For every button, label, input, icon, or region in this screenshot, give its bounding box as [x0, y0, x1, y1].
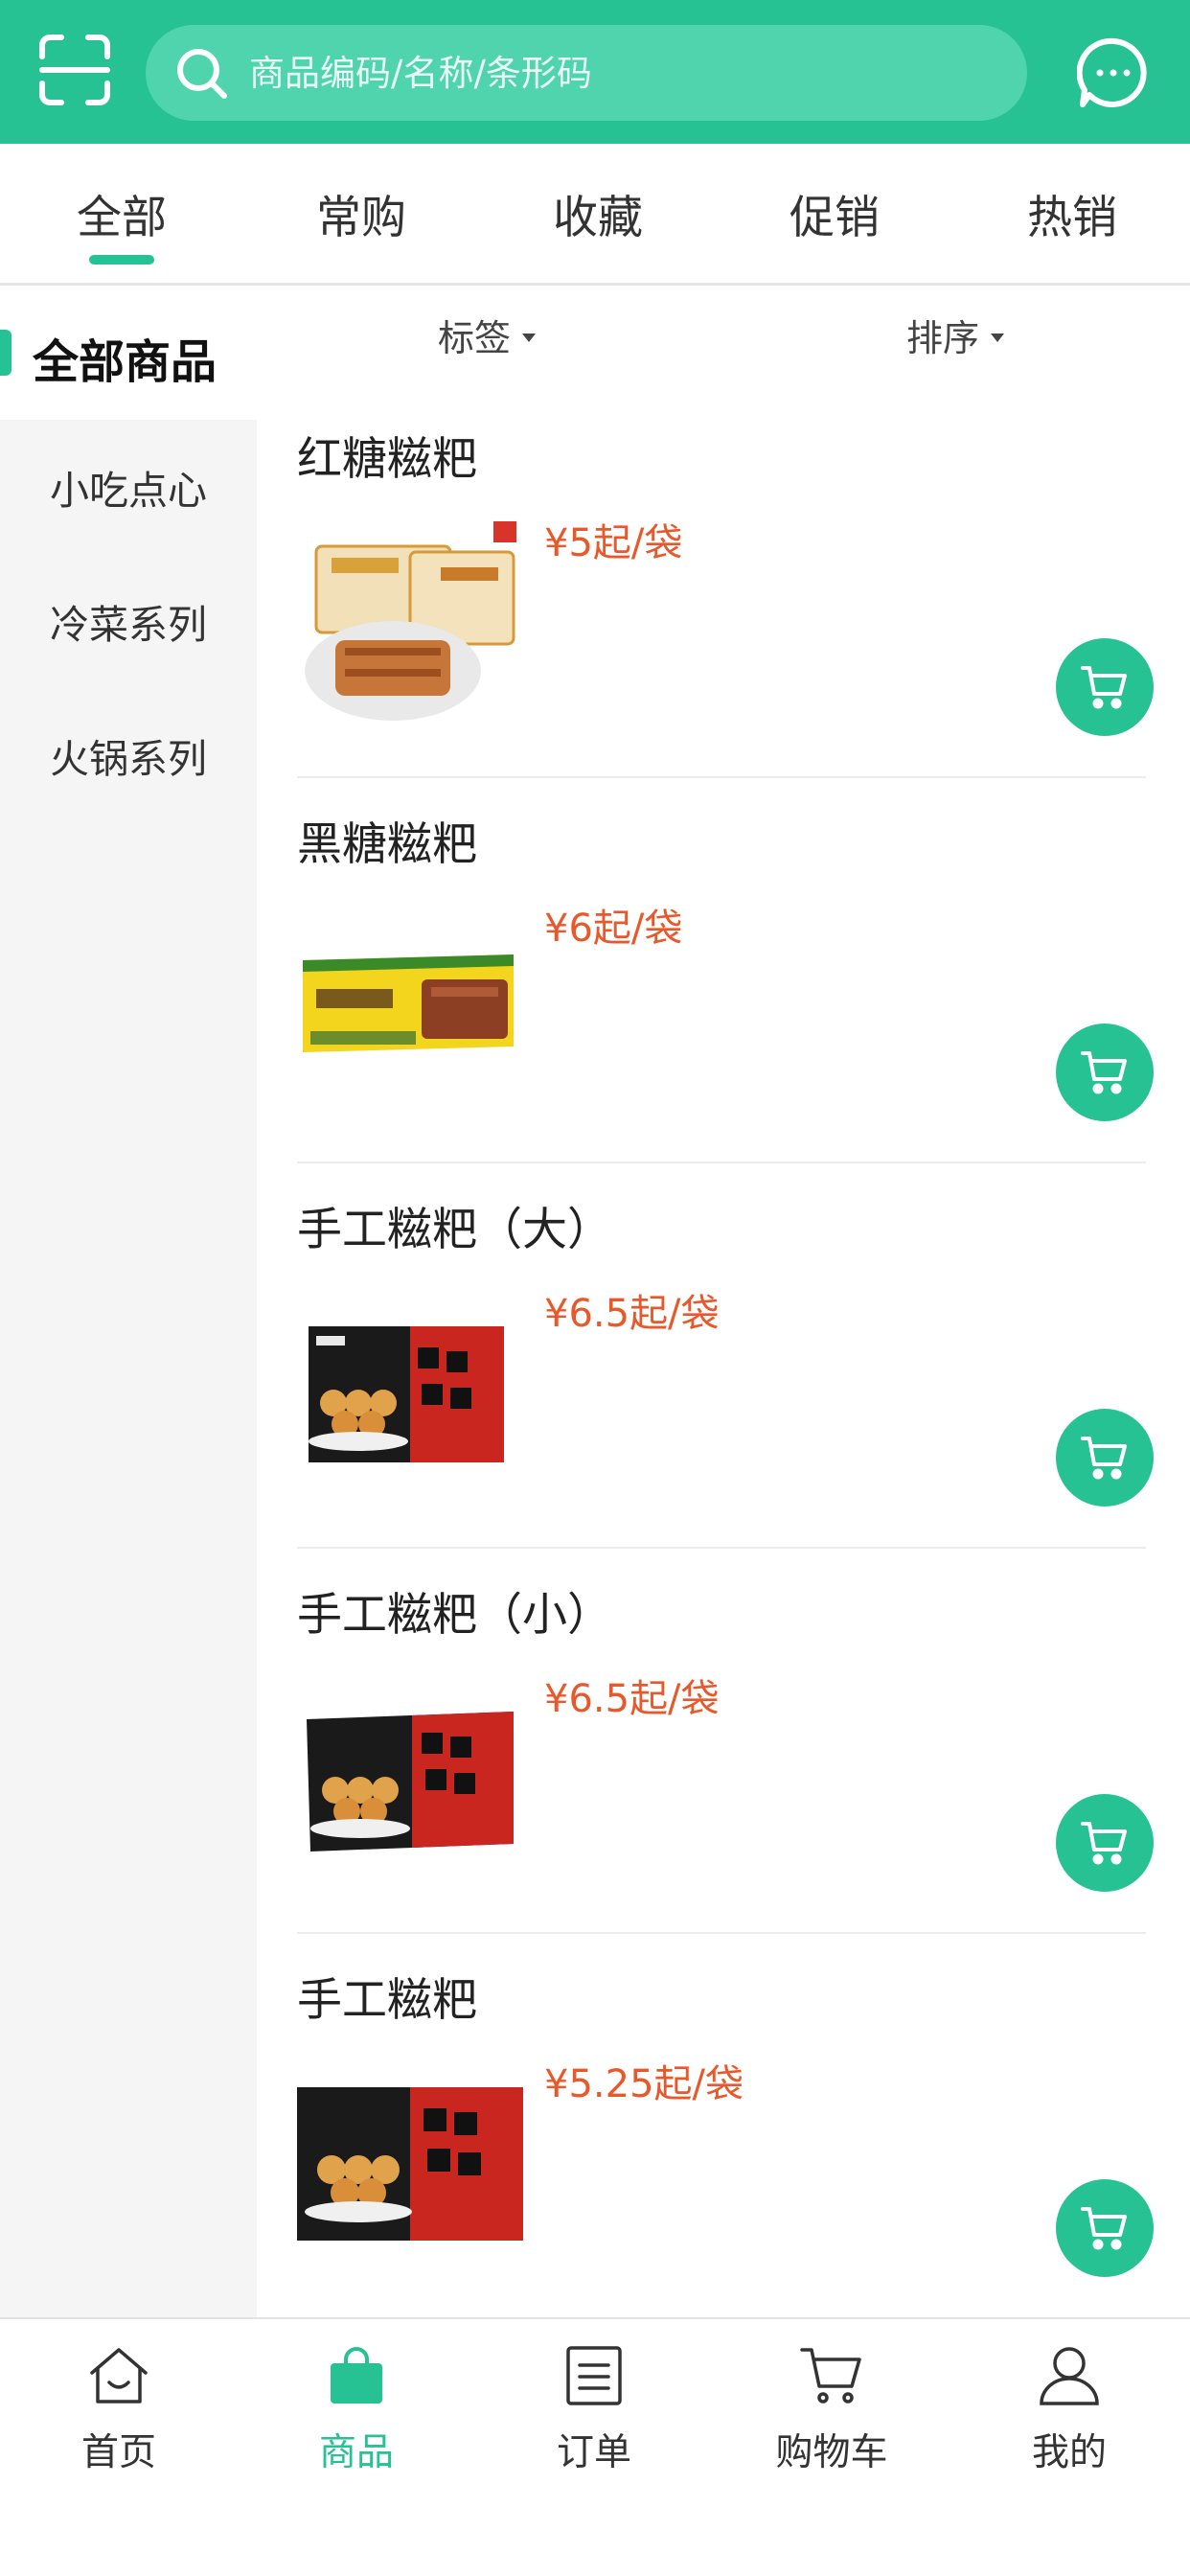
search-input[interactable]	[249, 44, 977, 102]
message-icon[interactable]	[1076, 36, 1150, 109]
home-icon	[87, 2344, 150, 2407]
nav-orders[interactable]: 订单	[475, 2319, 713, 2511]
app-root: 全部 常购 收藏 促销 热销 全部商品 小吃点心 冷菜系列 火锅系列 标签 排序…	[0, 0, 1190, 2576]
nav-label: 首页	[80, 2431, 156, 2474]
nav-profile[interactable]: 我的	[950, 2319, 1188, 2511]
product-image[interactable]	[297, 2058, 523, 2269]
user-icon	[1038, 2344, 1101, 2407]
product-image[interactable]	[297, 903, 523, 1114]
sidebar-item-hotpot[interactable]: 火锅系列	[0, 726, 257, 784]
product-name: 红糖糍粑	[297, 433, 477, 486]
product-name: 手工糍粑（小）	[297, 1589, 612, 1642]
product-price: ¥6起/袋	[544, 907, 683, 951]
sidebar-item-snacks[interactable]: 小吃点心	[0, 458, 257, 516]
nav-home[interactable]: 首页	[0, 2319, 238, 2511]
add-to-cart-button[interactable]	[1056, 638, 1154, 736]
tab-favorites[interactable]: 收藏	[502, 180, 694, 246]
sort-button[interactable]: 排序	[906, 309, 1005, 361]
product-price: ¥5.25起/袋	[544, 2062, 744, 2106]
product-card[interactable]: 红糖糍粑 ¥5起/袋	[257, 393, 1190, 778]
tab-frequent[interactable]: 常购	[265, 180, 457, 246]
tab-hot-sale[interactable]: 热销	[976, 180, 1168, 246]
product-image[interactable]	[297, 1673, 523, 1884]
search-icon	[174, 46, 230, 102]
tab-promotion[interactable]: 促销	[739, 180, 930, 246]
product-card[interactable]: 手工糍粑（大） ¥6.5起/袋	[257, 1163, 1190, 1549]
tab-active-indicator	[89, 255, 154, 264]
category-tabs: 全部 常购 收藏 促销 热销	[0, 144, 1190, 286]
tab-all[interactable]: 全部	[26, 180, 217, 246]
tag-filter-button[interactable]: 标签	[438, 309, 537, 361]
product-card[interactable]: 手工糍粑（小） ¥6.5起/袋	[257, 1549, 1190, 1934]
caret-down-icon	[991, 334, 1005, 342]
tag-filter-label: 标签	[438, 317, 512, 359]
order-list-icon	[562, 2344, 626, 2407]
search-bar[interactable]	[146, 25, 1027, 121]
caret-down-icon	[522, 334, 537, 342]
product-image[interactable]	[297, 1288, 523, 1499]
product-list: 红糖糍粑 ¥5起/袋 黑糖糍粑 ¥6起/袋 手工糍粑（大） ¥6.5起/袋 手工…	[257, 393, 1190, 2317]
shopping-bag-icon	[325, 2344, 388, 2407]
category-sidebar: 全部商品 小吃点心 冷菜系列 火锅系列	[0, 286, 257, 2317]
nav-label: 商品	[318, 2431, 394, 2474]
product-price: ¥6.5起/袋	[544, 1292, 720, 1336]
product-image[interactable]	[297, 518, 523, 728]
product-price: ¥6.5起/袋	[544, 1677, 720, 1721]
add-to-cart-button[interactable]	[1056, 1409, 1154, 1506]
product-price: ¥5起/袋	[544, 521, 683, 565]
product-name: 黑糖糍粑	[297, 818, 477, 871]
nav-label: 我的	[1031, 2431, 1107, 2474]
nav-label: 购物车	[775, 2431, 888, 2474]
nav-products[interactable]: 商品	[238, 2319, 475, 2511]
sort-label: 排序	[906, 317, 980, 359]
sidebar-item-all-products[interactable]: 全部商品	[0, 286, 257, 420]
sidebar-item-label: 全部商品	[33, 335, 217, 389]
top-header	[0, 0, 1190, 144]
nav-cart[interactable]: 购物车	[713, 2319, 950, 2511]
add-to-cart-button[interactable]	[1056, 2179, 1154, 2277]
cart-icon	[800, 2344, 863, 2407]
sidebar-item-cold-dishes[interactable]: 冷菜系列	[0, 592, 257, 650]
add-to-cart-button[interactable]	[1056, 1024, 1154, 1121]
add-to-cart-button[interactable]	[1056, 1794, 1154, 1892]
product-card[interactable]: 手工糍粑 ¥5.25起/袋	[257, 1934, 1190, 2319]
product-name: 手工糍粑	[297, 1974, 477, 2027]
product-name: 手工糍粑（大）	[297, 1204, 612, 1256]
product-card[interactable]: 黑糖糍粑 ¥6起/袋	[257, 778, 1190, 1163]
bottom-nav: 首页 商品 订单 购物车 我的	[0, 2317, 1190, 2576]
nav-label: 订单	[556, 2431, 631, 2474]
scan-icon[interactable]	[38, 34, 111, 106]
active-indicator	[0, 330, 11, 376]
